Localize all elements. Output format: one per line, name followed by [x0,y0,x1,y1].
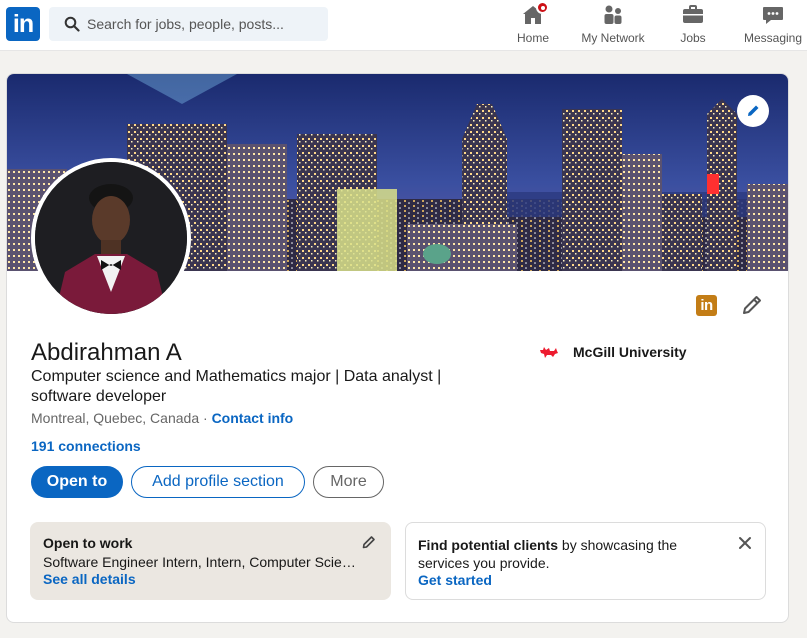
pencil-icon [748,105,759,116]
nav-messaging[interactable]: Messaging [740,3,806,49]
avatar[interactable] [31,158,191,318]
top-nav: in Home My Network [0,0,807,51]
open-to-work-card: Open to work Software Engineer Intern, I… [30,522,391,600]
profile-headline: Computer science and Mathematics major |… [31,368,442,405]
nav-my-network[interactable]: My Network [576,3,650,49]
pencil-icon [743,296,761,314]
get-started-link[interactable]: Get started [418,572,492,588]
connections-link[interactable]: 191 connections [31,438,141,454]
find-clients-text: Find potential clients by showcasing the… [418,536,718,572]
nav-jobs-label: Jobs [680,31,706,45]
network-icon [601,3,625,27]
edit-intro-button[interactable] [739,292,765,318]
open-to-work-detail: Software Engineer Intern, Intern, Comput… [43,554,358,570]
open-to-work-title: Open to work [43,535,133,551]
find-clients-bold: Find potential clients [418,537,559,553]
close-icon[interactable] [737,535,753,551]
contact-info-link[interactable]: Contact info [212,410,294,426]
find-clients-card: Find potential clients by showcasing the… [405,522,766,600]
search-bar[interactable] [49,7,328,41]
linkedin-premium-icon[interactable]: in [696,295,717,316]
nav-my-network-label: My Network [581,31,645,45]
nav-home-label: Home [516,31,549,45]
open-to-button[interactable]: Open to [31,466,123,498]
profile-card: in Abdirahman A Computer science and Mat… [6,73,789,623]
search-input[interactable] [87,7,322,41]
add-profile-section-button[interactable]: Add profile section [131,466,305,498]
profile-location: Montreal, Quebec, Canada [31,410,200,426]
separator: · [199,410,212,426]
home-icon [521,1,549,27]
profile-name: Abdirahman A [31,339,182,366]
linkedin-logo[interactable]: in [6,7,40,41]
pencil-icon[interactable] [361,534,377,550]
notification-badge [536,1,549,14]
nav-jobs[interactable]: Jobs [674,3,712,49]
messaging-icon [761,3,785,27]
briefcase-icon [681,3,705,27]
edit-cover-button[interactable] [737,95,769,127]
nav-messaging-label: Messaging [743,31,803,45]
mcgill-logo-icon [540,347,558,358]
school-name: McGill University [573,344,687,360]
location-row: Montreal, Quebec, Canada · Contact info [31,410,293,426]
see-all-details-link[interactable]: See all details [43,571,136,587]
search-icon [64,16,80,32]
nav-home[interactable]: Home [509,1,557,49]
education-entry[interactable]: McGill University [539,344,687,360]
more-button[interactable]: More [313,466,384,498]
